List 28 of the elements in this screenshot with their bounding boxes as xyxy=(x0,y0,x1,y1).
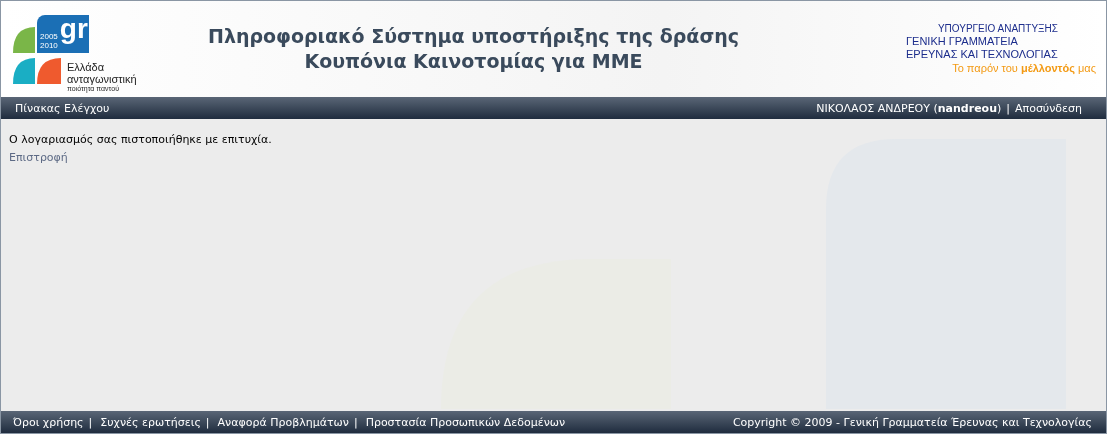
ministry-name: ΥΠΟΥΡΓΕΙΟ ΑΝΑΠΤΥΞΗΣ xyxy=(937,23,1058,36)
logo-text: ανταγωνιστική xyxy=(67,73,137,86)
user-name: ΝΙΚΟΛΑΟΣ ΑΝΔΡΕΟΥ (nandreou) xyxy=(816,101,1002,115)
leaf-icon xyxy=(37,58,61,84)
leaf-icon xyxy=(13,58,35,84)
copyright-text: Copyright © 2009 - Γενική Γραμματεία Έρευνας και Τεχνολογίας xyxy=(732,415,1092,429)
separator: | xyxy=(353,415,358,429)
site-title: Κουπόνια Καινοτομίας για ΜΜΕ xyxy=(303,49,644,74)
logout-link[interactable]: Αποσύνδεση xyxy=(1015,101,1082,115)
dashboard-link[interactable]: Πίνακας Ελέγχου xyxy=(15,101,110,115)
footer-link[interactable]: Αναφορά Προβλημάτων xyxy=(217,415,349,429)
back-link[interactable]: Επιστροφή xyxy=(9,151,68,164)
secretariat-name: ΓΕΝΙΚΗ ΓΡΑΜΜΑΤΕΙΑ xyxy=(906,35,1018,49)
slogan: Το παρόν του μέλλοντός μας xyxy=(952,61,1096,75)
footer-link[interactable]: Προστασία Προσωπικών Δεδομένων xyxy=(365,415,566,429)
logo-text: Ελλάδα xyxy=(67,61,105,74)
logo-year: 2005 xyxy=(40,33,58,42)
logo-year: 2010 xyxy=(40,41,58,51)
secretariat-name: ΕΡΕΥΝΑΣ ΚΑΙ ΤΕΧΝΟΛΟΓΙΑΣ xyxy=(906,48,1058,62)
success-message: Ο λογαριασμός σας πιστοποιήθηκε με επιτυχία. xyxy=(9,133,273,146)
separator: | xyxy=(1006,101,1010,115)
leaf-icon xyxy=(13,27,35,53)
footer-link[interactable]: Συχνές ερωτήσεις xyxy=(100,415,201,429)
footer-link[interactable]: Όροι χρήσης xyxy=(13,415,84,429)
separator: | xyxy=(205,415,210,429)
site-title: Πληροφοριακό Σύστημα υποστήριξης της δράσης xyxy=(207,24,740,49)
separator: | xyxy=(88,415,93,429)
logo-mark-text: gr xyxy=(59,15,88,43)
